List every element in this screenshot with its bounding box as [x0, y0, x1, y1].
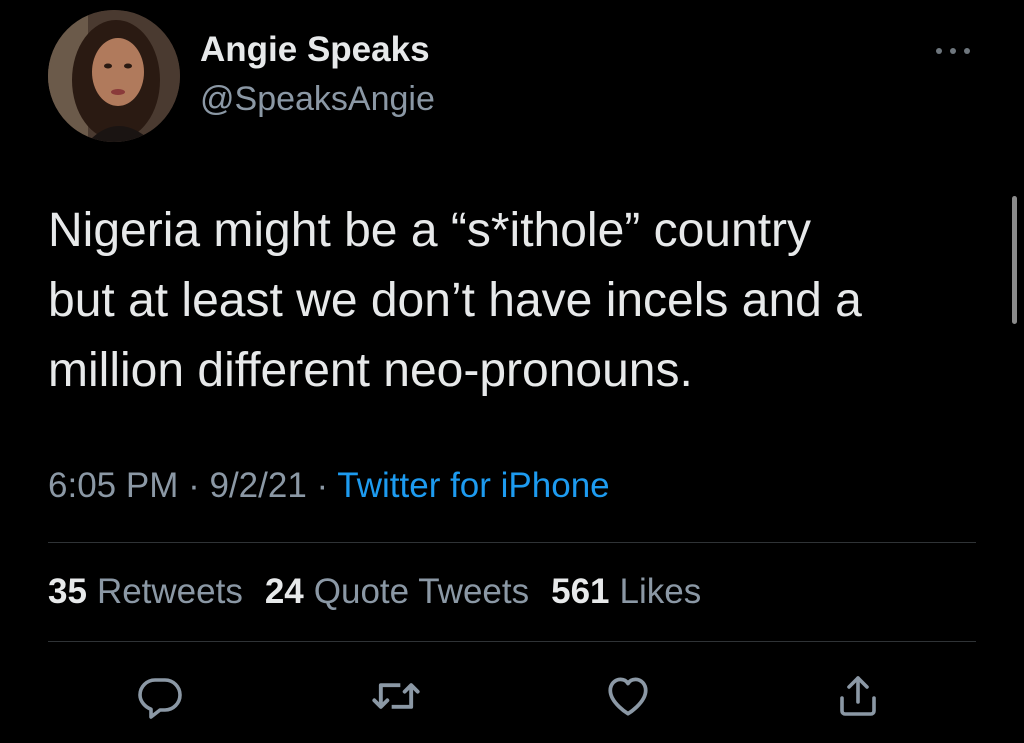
tweet-stats: 35 Retweets 24 Quote Tweets 561 Likes	[48, 572, 701, 612]
meta-separator: ·	[316, 466, 329, 505]
retweet-icon	[372, 683, 420, 709]
retweets-stat[interactable]: 35 Retweets	[48, 572, 243, 612]
retweets-count: 35	[48, 572, 87, 611]
tweet-meta: 6:05 PM · 9/2/21 · Twitter for iPhone	[48, 466, 610, 506]
divider	[48, 542, 976, 543]
heart-icon	[608, 677, 648, 716]
avatar[interactable]	[48, 10, 180, 142]
share-icon	[840, 676, 876, 716]
likes-count: 561	[551, 572, 610, 611]
quote-tweets-count: 24	[264, 572, 304, 611]
tweet-text-line: million different neo-pronouns.	[48, 344, 693, 397]
avatar-photo	[48, 10, 180, 142]
retweets-label: Retweets	[96, 572, 243, 611]
scrollbar[interactable]	[1012, 196, 1017, 324]
reply-icon	[138, 678, 182, 719]
tweet-date[interactable]: 9/2/21	[209, 466, 306, 505]
like-button[interactable]	[600, 668, 656, 724]
more-button[interactable]	[930, 38, 976, 64]
author-handle[interactable]: @SpeaksAngie	[200, 80, 435, 119]
tweet-text-line: but at least we don’t have incels and a	[48, 274, 862, 327]
retweet-button[interactable]	[368, 668, 424, 724]
likes-label: Likes	[619, 572, 702, 611]
tweet-text-line: Nigeria might be a “s*ithole” country	[48, 204, 812, 257]
meta-separator: ·	[188, 466, 200, 505]
tweet-time[interactable]: 6:05 PM	[48, 466, 178, 505]
divider	[48, 641, 976, 642]
quote-tweets-label: Quote Tweets	[313, 572, 530, 611]
tweet-text: Nigeria might be a “s*ithole” country bu…	[48, 196, 978, 406]
quote-tweets-stat[interactable]: 24 Quote Tweets	[265, 572, 529, 612]
author-name[interactable]: Angie Speaks	[200, 30, 430, 70]
likes-stat[interactable]: 561 Likes	[551, 572, 701, 612]
reply-button[interactable]	[132, 668, 188, 724]
tweet-source-link[interactable]: Twitter for iPhone	[337, 466, 609, 505]
more-horizontal-icon	[936, 48, 970, 54]
share-button[interactable]	[830, 668, 886, 724]
